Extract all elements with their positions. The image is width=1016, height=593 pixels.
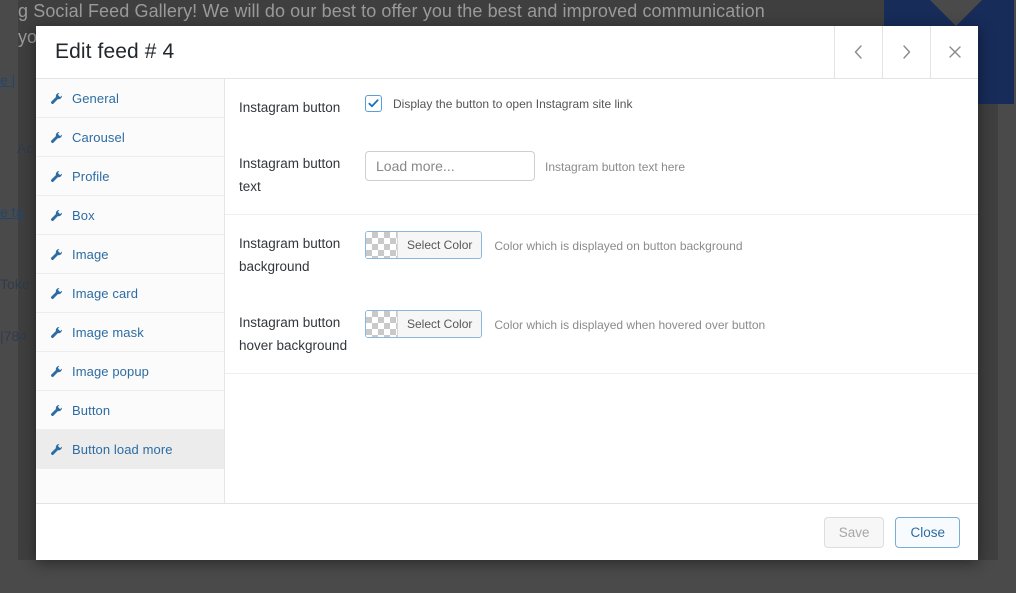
- sidebar-item-label: Image mask: [72, 324, 144, 340]
- page-title: Edit feed # 4: [55, 40, 175, 63]
- field-label: Instagram button: [239, 100, 341, 115]
- sidebar-item-label: Image popup: [72, 363, 149, 379]
- modal-footer: Save Close: [36, 504, 978, 560]
- navy-panel-notch: [930, 0, 982, 26]
- settings-content-panel: Instagram button Display the button to o…: [225, 79, 978, 503]
- field-help-text: Instagram button text here: [545, 160, 686, 174]
- background-left-fragment: Toke: [0, 276, 30, 292]
- field-control: Instagram button text here: [365, 151, 685, 181]
- wrench-icon: [48, 443, 65, 456]
- close-button[interactable]: Close: [895, 516, 960, 548]
- button-background-color-picker[interactable]: Select Color: [365, 231, 483, 259]
- sidebar-item-button-load-more[interactable]: Button load more: [36, 430, 224, 469]
- wrench-icon: [48, 209, 65, 222]
- sidebar-item-button[interactable]: Button: [36, 391, 224, 430]
- background-banner-line1: g Social Feed Gallery! We will do our be…: [18, 1, 765, 21]
- instagram-button-text-input[interactable]: [365, 151, 535, 181]
- prev-feed-button[interactable]: [834, 26, 882, 78]
- form-row-instagram-button: Instagram button Display the button to o…: [225, 79, 978, 135]
- next-feed-button[interactable]: [882, 26, 930, 78]
- field-label: Instagram button hover background: [239, 315, 348, 353]
- wrench-icon: [48, 92, 65, 105]
- sidebar-item-image-mask[interactable]: Image mask: [36, 313, 224, 352]
- modal-body: General Carousel Profile Box Image Image…: [36, 79, 978, 504]
- close-icon: [948, 45, 962, 59]
- save-button[interactable]: Save: [823, 516, 885, 548]
- wrench-icon: [48, 404, 65, 417]
- select-color-label: Select Color: [398, 311, 482, 337]
- sidebar-item-label: Image card: [72, 285, 139, 301]
- sidebar-item-label: Profile: [72, 168, 110, 184]
- button-hover-background-color-picker[interactable]: Select Color: [365, 310, 483, 338]
- check-icon: [368, 99, 379, 108]
- sidebar-item-label: Button: [72, 402, 111, 418]
- field-label: Instagram button text: [239, 156, 341, 194]
- background-banner-line2: yo: [18, 27, 38, 47]
- sidebar-item-label: Carousel: [72, 129, 125, 145]
- field-help-text: Color which is displayed when hovered ov…: [494, 318, 766, 332]
- sidebar-item-image[interactable]: Image: [36, 235, 224, 274]
- color-swatch-icon: [366, 311, 398, 337]
- wrench-icon: [48, 248, 65, 261]
- select-color-label: Select Color: [398, 232, 482, 258]
- sidebar-item-general[interactable]: General: [36, 79, 224, 118]
- wrench-icon: [48, 287, 65, 300]
- field-control: Display the button to open Instagram sit…: [365, 95, 632, 112]
- sidebar-item-label: General: [72, 90, 119, 106]
- field-control: Select Color Color which is displayed wh…: [365, 310, 765, 338]
- sidebar-item-image-popup[interactable]: Image popup: [36, 352, 224, 391]
- form-row-button-hover-background: Instagram button hover background Select…: [225, 294, 978, 374]
- edit-feed-modal: Edit feed # 4 General Carousel Profile B…: [36, 26, 978, 560]
- sidebar-item-box[interactable]: Box: [36, 196, 224, 235]
- chevron-left-icon: [853, 44, 864, 60]
- wrench-icon: [48, 326, 65, 339]
- sidebar-item-label: Button load more: [72, 441, 173, 457]
- wrench-icon: [48, 170, 65, 183]
- field-help-text: Color which is displayed on button backg…: [494, 239, 743, 253]
- display-instagram-button-checkbox[interactable]: [365, 95, 382, 112]
- sidebar-item-profile[interactable]: Profile: [36, 157, 224, 196]
- field-control: Select Color Color which is displayed on…: [365, 231, 743, 259]
- form-row-instagram-button-text: Instagram button text Instagram button t…: [225, 135, 978, 215]
- close-modal-button[interactable]: [930, 26, 978, 78]
- settings-sidebar: General Carousel Profile Box Image Image…: [36, 79, 225, 503]
- background-left-fragment: Ac: [17, 140, 34, 156]
- background-left-fragment: e |: [0, 72, 16, 88]
- sidebar-item-label: Box: [72, 207, 95, 223]
- background-left-fragment: |784: [0, 328, 27, 344]
- chevron-right-icon: [901, 44, 912, 60]
- sidebar-item-label: Image: [72, 246, 109, 262]
- field-label: Instagram button background: [239, 236, 341, 274]
- wrench-icon: [48, 131, 65, 144]
- checkbox-label: Display the button to open Instagram sit…: [393, 96, 633, 111]
- color-swatch-icon: [366, 232, 398, 258]
- sidebar-item-image-card[interactable]: Image card: [36, 274, 224, 313]
- background-left-fragment: e ta: [0, 204, 24, 220]
- form-row-button-background: Instagram button background Select Color…: [225, 215, 978, 294]
- wrench-icon: [48, 365, 65, 378]
- sidebar-item-carousel[interactable]: Carousel: [36, 118, 224, 157]
- modal-header: Edit feed # 4: [36, 26, 978, 79]
